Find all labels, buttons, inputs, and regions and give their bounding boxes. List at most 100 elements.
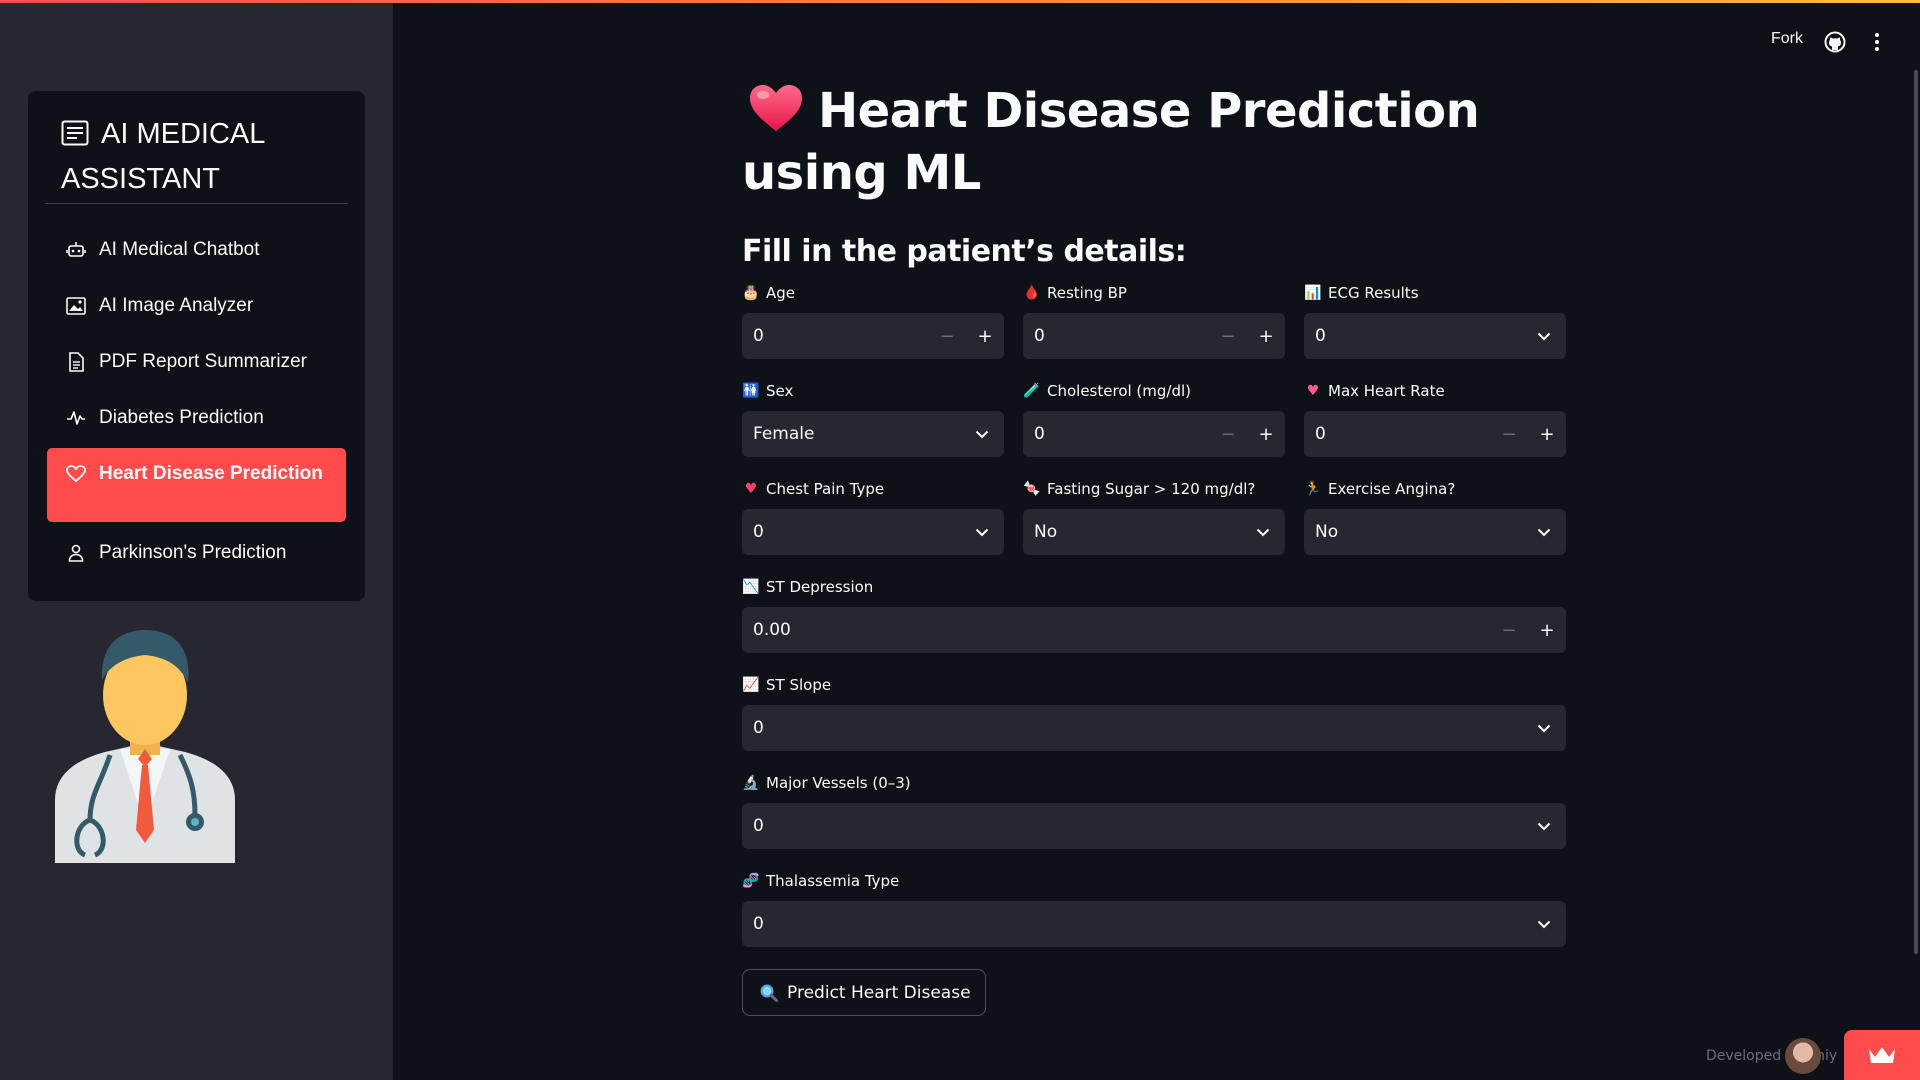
fasting-sugar-select[interactable]: No — [1023, 509, 1285, 555]
microscope-icon: 🔬 — [742, 775, 760, 791]
sidebar-item-chatbot[interactable]: AI Medical Chatbot — [47, 224, 346, 276]
predict-button-label: Predict Heart Disease — [787, 982, 971, 1003]
sidebar-item-pdf-summarizer[interactable]: PDF Report Summarizer — [47, 336, 346, 388]
exercise-angina-label: Exercise Angina? — [1328, 480, 1456, 498]
st-slope-label: ST Slope — [766, 676, 832, 694]
thalassemia-select[interactable]: 0 — [742, 901, 1566, 947]
heartbeat-icon: ♥ — [744, 481, 758, 497]
max-heart-rate-field: ♥ Max Heart Rate 0 − + — [1304, 381, 1566, 457]
sidebar-item-label: PDF Report Summarizer — [99, 351, 307, 372]
main-content: Heart Disease Prediction using ML Fill i… — [742, 80, 1566, 1069]
max-heart-rate-value: 0 — [1315, 424, 1326, 444]
sidebar-item-heart-disease[interactable]: Heart Disease Prediction — [47, 448, 346, 522]
predict-button[interactable]: Predict Heart Disease — [742, 969, 986, 1016]
sidebar-item-diabetes[interactable]: Diabetes Prediction — [47, 392, 346, 444]
form-subtitle: Fill in the patient’s details: — [742, 234, 1187, 269]
chevron-down-icon — [960, 430, 1004, 439]
exercise-angina-field: 🏃 Exercise Angina? No — [1304, 479, 1566, 555]
resting-bp-value: 0 — [1034, 326, 1045, 346]
st-depression-input[interactable]: 0.00 − + — [742, 607, 1566, 653]
chest-pain-field: ♥ Chest Pain Type 0 — [742, 479, 1004, 555]
scrollbar[interactable] — [1914, 70, 1918, 954]
developer-avatar[interactable] — [1785, 1038, 1821, 1074]
resting-bp-increment-button[interactable]: + — [1247, 313, 1285, 359]
thalassemia-field: 🧬 Thalassemia Type 0 — [742, 871, 1566, 947]
blood-drop-icon: 🩸 — [1023, 285, 1041, 301]
sidebar: AI MEDICAL ASSISTANT AI Medical Chatbot … — [0, 3, 393, 1080]
streamlit-badge-button[interactable] — [1844, 1030, 1920, 1080]
github-icon[interactable] — [1824, 31, 1846, 53]
sidebar-item-label: Diabetes Prediction — [99, 407, 264, 428]
restroom-icon: 🚻 — [742, 383, 760, 399]
chevron-down-icon — [960, 528, 1004, 537]
major-vessels-field: 🔬 Major Vessels (0–3) 0 — [742, 773, 1566, 849]
dna-icon: 🧬 — [742, 873, 760, 889]
major-vessels-select[interactable]: 0 — [742, 803, 1566, 849]
thalassemia-value: 0 — [753, 914, 764, 934]
st-slope-select[interactable]: 0 — [742, 705, 1566, 751]
patient-form: 🎂 Age 0 − + 🩸 Resting BP 0 − + 📊 ECG Result… — [742, 269, 1566, 1069]
st-depression-decrement-button[interactable]: − — [1490, 607, 1528, 653]
cholesterol-value: 0 — [1034, 424, 1045, 444]
nav-menu: AI MEDICAL ASSISTANT AI Medical Chatbot … — [28, 91, 365, 601]
major-vessels-value: 0 — [753, 816, 764, 836]
age-increment-button[interactable]: + — [966, 313, 1004, 359]
menu-title: AI MEDICAL ASSISTANT — [61, 113, 351, 200]
chevron-down-icon — [1241, 528, 1285, 537]
chest-pain-select[interactable]: 0 — [742, 509, 1004, 555]
st-depression-label: ST Depression — [766, 578, 874, 596]
heart-outline-icon — [65, 463, 87, 485]
bar-chart-icon: 📊 — [1304, 285, 1322, 301]
chevron-down-icon — [1522, 332, 1566, 341]
exercise-angina-select[interactable]: No — [1304, 509, 1566, 555]
ecg-field: 📊 ECG Results 0 — [1304, 283, 1566, 359]
st-depression-value: 0.00 — [753, 620, 791, 640]
st-slope-value: 0 — [753, 718, 764, 738]
chevron-down-icon — [1522, 822, 1566, 831]
resting-bp-decrement-button[interactable]: − — [1209, 313, 1247, 359]
sidebar-item-parkinsons[interactable]: Parkinson's Prediction — [47, 527, 346, 579]
fork-button[interactable]: Fork — [1771, 30, 1803, 48]
test-tube-icon: 🧪 — [1023, 383, 1041, 399]
sidebar-item-label: Heart Disease Prediction — [99, 463, 323, 484]
major-vessels-label: Major Vessels (0–3) — [766, 774, 911, 792]
robot-icon — [65, 239, 87, 261]
sidebar-item-label: AI Medical Chatbot — [99, 239, 260, 260]
age-input[interactable]: 0 − + — [742, 313, 1004, 359]
age-decrement-button[interactable]: − — [928, 313, 966, 359]
more-menu-icon[interactable] — [1870, 31, 1884, 53]
max-heart-rate-input[interactable]: 0 − + — [1304, 411, 1566, 457]
sex-field: 🚻 Sex Female — [742, 381, 1004, 457]
chevron-down-icon — [1522, 920, 1566, 929]
pulse-icon — [65, 407, 87, 429]
runner-icon: 🏃 — [1304, 481, 1322, 497]
max-heart-rate-decrement-button[interactable]: − — [1490, 411, 1528, 457]
candy-icon: 🍬 — [1023, 481, 1041, 497]
exercise-angina-value: No — [1315, 522, 1339, 542]
magnifier-icon — [759, 983, 779, 1003]
sex-select[interactable]: Female — [742, 411, 1004, 457]
cholesterol-increment-button[interactable]: + — [1247, 411, 1285, 457]
st-depression-increment-button[interactable]: + — [1528, 607, 1566, 653]
chevron-down-icon — [1522, 724, 1566, 733]
resting-bp-input[interactable]: 0 − + — [1023, 313, 1285, 359]
cholesterol-label: Cholesterol (mg/dl) — [1047, 382, 1192, 400]
ecg-label: ECG Results — [1328, 284, 1419, 302]
thalassemia-label: Thalassemia Type — [766, 872, 900, 890]
chest-pain-value: 0 — [753, 522, 764, 542]
fasting-sugar-label: Fasting Sugar > 120 mg/dl? — [1047, 480, 1256, 498]
person-icon — [65, 542, 87, 564]
cholesterol-input[interactable]: 0 − + — [1023, 411, 1285, 457]
chest-pain-label: Chest Pain Type — [766, 480, 885, 498]
max-heart-rate-increment-button[interactable]: + — [1528, 411, 1566, 457]
cholesterol-decrement-button[interactable]: − — [1209, 411, 1247, 457]
image-icon — [65, 295, 87, 317]
age-label: Age — [766, 284, 796, 302]
sex-value: Female — [753, 424, 815, 444]
sidebar-item-image-analyzer[interactable]: AI Image Analyzer — [47, 280, 346, 332]
ecg-select[interactable]: 0 — [1304, 313, 1566, 359]
fasting-sugar-value: No — [1034, 522, 1058, 542]
resting-bp-field: 🩸 Resting BP 0 − + — [1023, 283, 1285, 359]
chart-up-icon: 📈 — [742, 677, 760, 693]
menu-divider — [45, 203, 348, 204]
